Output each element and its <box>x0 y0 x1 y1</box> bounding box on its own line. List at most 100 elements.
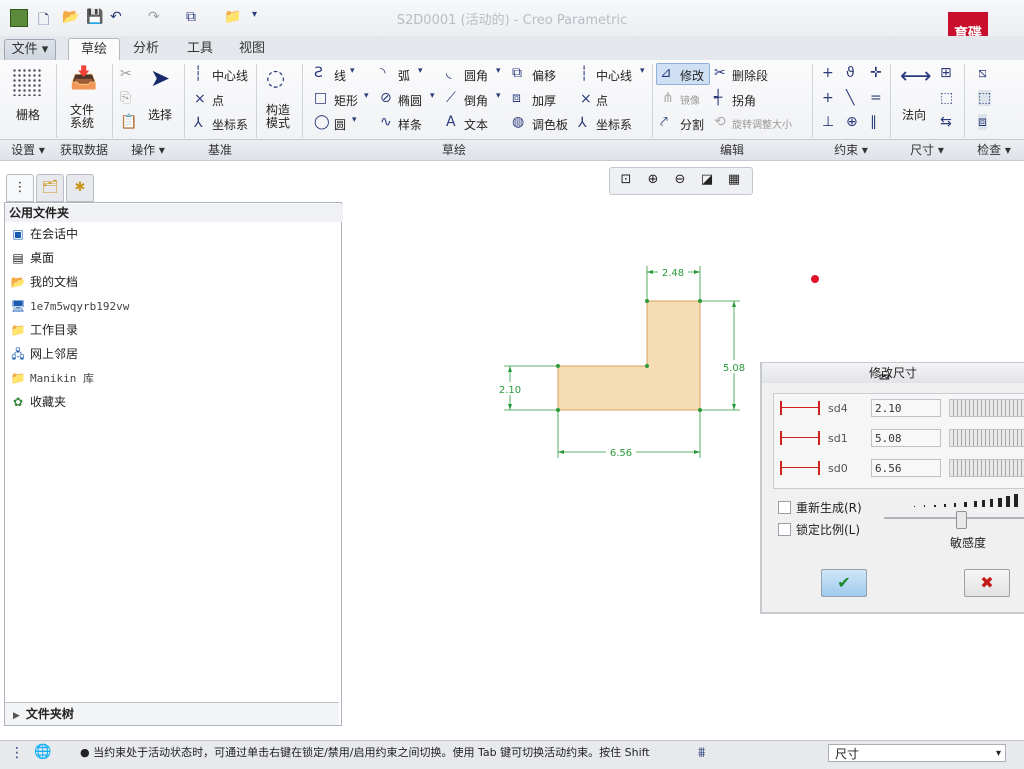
datum-point-button[interactable]: 点 <box>212 92 224 109</box>
dim-bottom-label[interactable]: 6.56 <box>610 448 632 459</box>
ellipse-icon[interactable]: ⊘ <box>380 90 392 106</box>
group-setup[interactable]: 设置 ▾ <box>0 139 57 160</box>
rotate-resize-button[interactable]: 旋转调整大小 <box>732 116 792 131</box>
corner-button[interactable]: 拐角 <box>732 92 756 109</box>
undo-icon[interactable]: ↶ <box>110 9 126 25</box>
copy-icon[interactable]: ⎘ <box>120 90 131 106</box>
folder-item-computer[interactable]: 🖥 1e7m5wqyrb192vw <box>10 295 129 317</box>
rotate-resize-icon[interactable]: ⟲ <box>714 114 726 130</box>
dim-value-input-sd0[interactable]: 6.56 <box>871 459 941 477</box>
select-arrow-icon[interactable]: ➤ <box>150 64 170 92</box>
coordinate-system-icon[interactable]: ⅄ <box>194 115 203 131</box>
tangent-constraint-icon[interactable]: ϑ <box>846 65 855 81</box>
lock-scale-checkbox[interactable] <box>778 523 791 536</box>
centerline-2-icon[interactable]: ┆ <box>580 66 588 82</box>
arc-button[interactable]: 弧 <box>398 67 410 84</box>
mirror-icon[interactable]: ⋔ <box>662 90 674 106</box>
sketch-coord-button[interactable]: 坐标系 <box>596 116 632 133</box>
folder-item-favorites[interactable]: ✿ 收藏夹 <box>10 391 66 413</box>
folder-item-manikin[interactable]: 📁 Manikin 库 <box>10 367 94 389</box>
thicken-button[interactable]: 加厚 <box>532 92 556 109</box>
zoom-in-icon[interactable]: ⊕ <box>643 171 663 189</box>
tab-sketch[interactable]: 草绘 <box>68 38 120 61</box>
delete-segment-button[interactable]: 删除段 <box>732 67 768 84</box>
circle-icon[interactable]: ◯ <box>314 114 330 130</box>
sensitivity-slider[interactable] <box>956 511 967 529</box>
dim-left-label[interactable]: 2.10 <box>499 385 521 396</box>
ellipse-button[interactable]: 椭圆 <box>398 92 422 109</box>
customize-toolbar-icon[interactable]: ▾ <box>252 9 268 25</box>
chamfer-button[interactable]: 倒角 <box>464 92 488 109</box>
point-icon[interactable]: × <box>194 91 206 107</box>
datum-centerline-button[interactable]: 中心线 <box>212 67 248 84</box>
folder-item-in-session[interactable]: ▣ 在会话中 <box>10 223 78 245</box>
file-system-icon[interactable]: 📥 <box>70 66 97 91</box>
fillet-dropdown-icon[interactable]: ▾ <box>496 66 501 76</box>
line-icon[interactable]: Ƨ <box>314 65 323 81</box>
spline-icon[interactable]: ∿ <box>380 114 392 130</box>
spline-button[interactable]: 样条 <box>398 116 422 133</box>
ellipse-dropdown-icon[interactable]: ▾ <box>430 91 435 101</box>
vertical-constraint-icon[interactable]: + <box>822 65 834 81</box>
offset-button[interactable]: 偏移 <box>532 67 556 84</box>
baseline-icon[interactable]: ⇆ <box>940 114 952 130</box>
modify-button[interactable]: 修改 <box>680 67 704 84</box>
regenerate-checkbox[interactable] <box>778 501 791 514</box>
datum-coord-button[interactable]: 坐标系 <box>212 116 248 133</box>
toggle-navigator-icon[interactable]: ⋮ <box>10 745 24 761</box>
dim-value-input-sd4[interactable]: 2.10 <box>871 399 941 417</box>
close-window-icon[interactable]: 📁 <box>224 9 241 25</box>
tab-model-tree[interactable]: ⋮ <box>6 174 34 202</box>
open-folder-icon[interactable]: 📂 <box>62 9 79 25</box>
thicken-icon[interactable]: ⧈ <box>512 90 521 106</box>
rectangle-button[interactable]: 矩形 <box>334 92 358 109</box>
shade-closed-loops-icon[interactable]: ⧈ <box>978 114 987 130</box>
rectangle-dropdown-icon[interactable]: ▾ <box>364 91 369 101</box>
sketch-point-button[interactable]: 点 <box>596 92 608 109</box>
normal-dimension-button[interactable]: 法向 <box>902 106 926 123</box>
folder-item-network[interactable]: 🖧 网上邻居 <box>10 343 78 365</box>
grid-button[interactable]: 栅格 <box>16 106 40 123</box>
file-system-button[interactable]: 文件 系统 <box>70 104 98 130</box>
window-switch-icon[interactable]: ⧉ <box>186 9 202 25</box>
centerline-icon[interactable]: ┆ <box>194 66 202 82</box>
group-get-data[interactable]: 获取数据 <box>56 139 113 160</box>
folder-item-my-documents[interactable]: 📂 我的文档 <box>10 271 79 293</box>
new-file-icon[interactable]: 🗋 <box>38 9 54 28</box>
group-inspect[interactable]: 检查 ▾ <box>964 139 1024 160</box>
sketch-view-icon[interactable]: ◪ <box>697 171 717 189</box>
paste-icon[interactable]: 📋 <box>120 114 137 130</box>
tab-tools[interactable]: 工具 <box>176 38 224 60</box>
horizontal-constraint-icon[interactable]: + <box>822 90 834 106</box>
sketch-l-shape[interactable] <box>557 300 701 411</box>
divide-icon[interactable]: ⤤ <box>660 114 668 130</box>
folder-tree-toggle[interactable]: ▶ 文件夹树 <box>5 702 339 725</box>
chamfer-icon[interactable]: ⟋ <box>446 90 456 106</box>
line-dropdown-icon[interactable]: ▾ <box>350 66 355 76</box>
cut-icon[interactable]: ✂ <box>120 66 132 82</box>
refit-icon[interactable]: ⊡ <box>616 171 636 189</box>
parallel-constraint-icon[interactable]: ∥ <box>870 114 877 130</box>
perpendicular-constraint-icon[interactable]: ⊥ <box>822 114 834 130</box>
dim-wheel-sd0[interactable] <box>949 459 1024 477</box>
offset-icon[interactable]: ⧉ <box>512 65 522 81</box>
normal-dimension-icon[interactable]: ⟷ <box>900 64 932 89</box>
highlight-open-ends-icon[interactable]: ⬚ <box>978 90 992 106</box>
circle-button[interactable]: 圆 <box>334 116 346 133</box>
dim-right-label[interactable]: 5.08 <box>723 363 745 374</box>
dim-wheel-sd4[interactable] <box>949 399 1024 417</box>
midpoint-constraint-icon[interactable]: ✛ <box>870 65 882 81</box>
selection-filter-select[interactable]: 尺寸 ▾ <box>828 744 1006 762</box>
grid-icon[interactable] <box>12 68 42 96</box>
dim-value-input-sd1[interactable]: 5.08 <box>871 429 941 447</box>
folder-item-desktop[interactable]: ▤ 桌面 <box>10 247 54 269</box>
symmetric-constraint-icon[interactable]: ⊕ <box>846 114 858 130</box>
line-button[interactable]: 线 <box>334 67 346 84</box>
fillet-button[interactable]: 圆角 <box>464 67 488 84</box>
perimeter-icon[interactable]: ⊞ <box>940 65 952 81</box>
palette-button[interactable]: 调色板 <box>532 116 568 133</box>
zoom-out-icon[interactable]: ⊖ <box>670 171 690 189</box>
equal-constraint-icon[interactable]: = <box>870 90 882 106</box>
overlapping-geometry-icon[interactable]: ⧅ <box>978 65 987 81</box>
tab-file[interactable]: 文件 ▾ <box>4 39 56 61</box>
